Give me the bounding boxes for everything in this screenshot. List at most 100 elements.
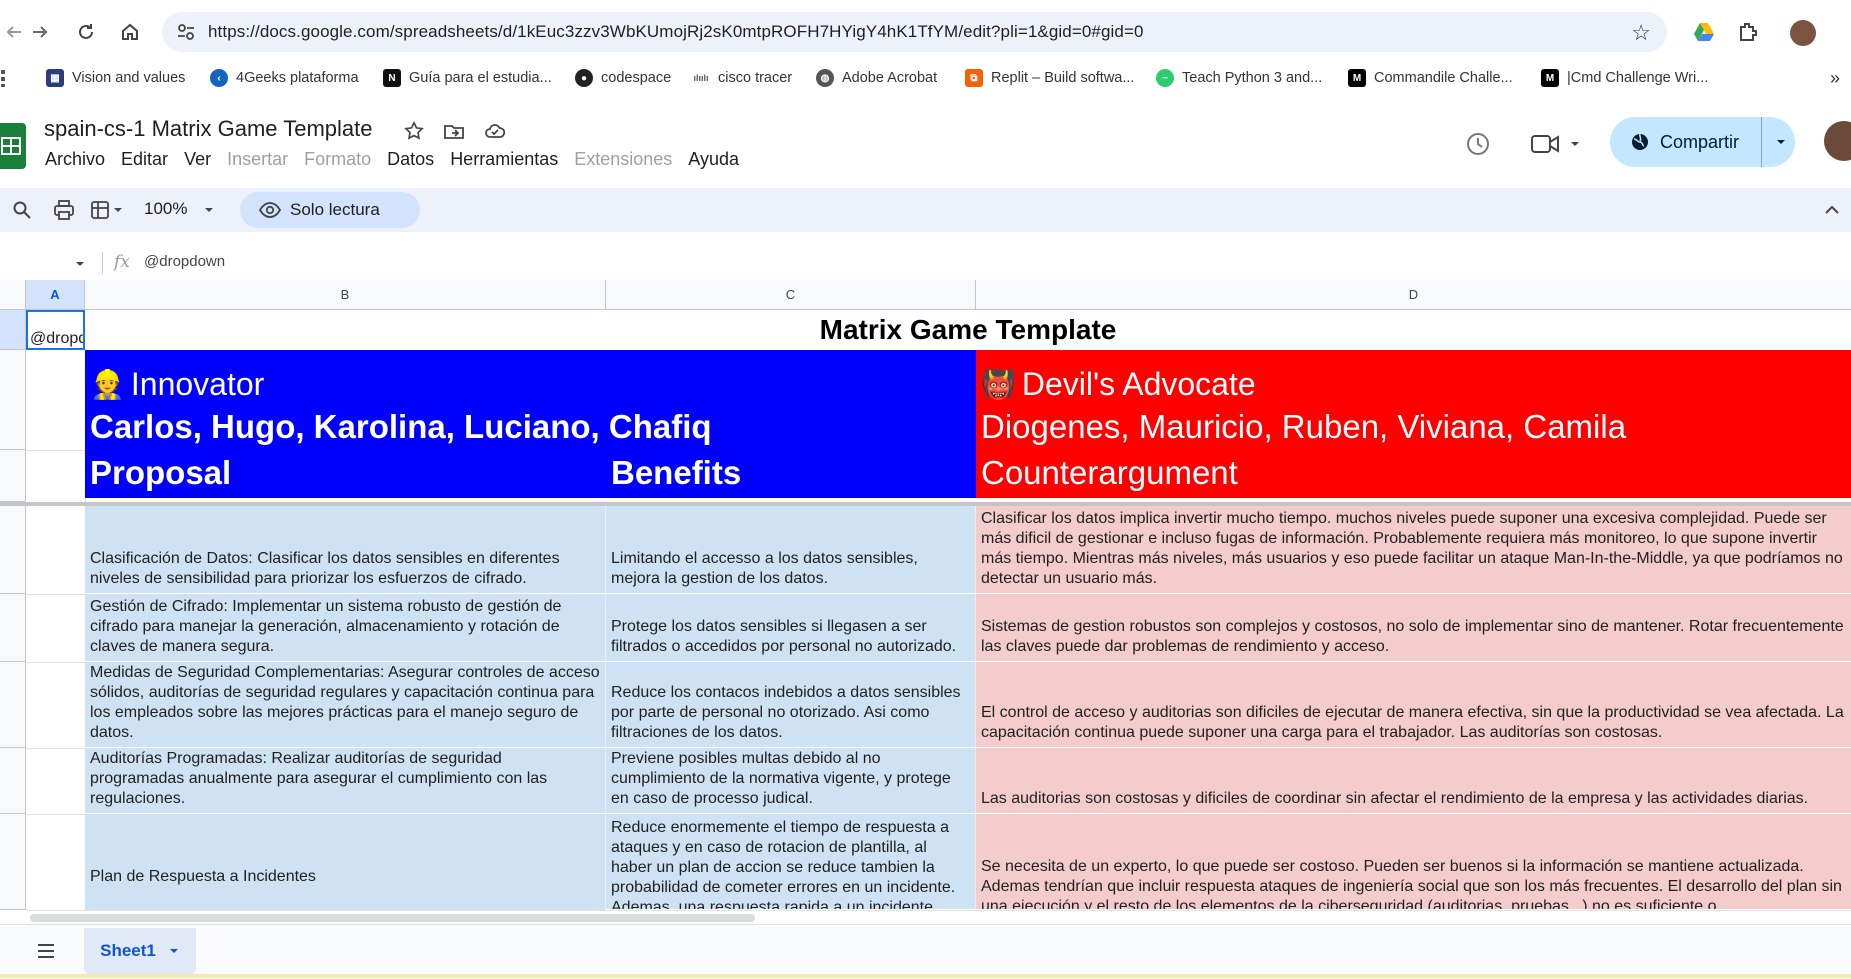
sheet-tab-active[interactable]: Sheet1 [84,928,196,974]
ogre-icon: 👹 [981,369,1016,400]
column-header-c[interactable]: C [606,280,976,310]
zoom-select[interactable]: 100% [144,199,216,219]
row-header[interactable] [0,748,26,814]
collapse-menus-icon[interactable] [1822,200,1842,220]
menu-herramientas[interactable]: Herramientas [450,149,558,173]
menu-datos[interactable]: Datos [387,149,434,173]
google-drive-icon[interactable] [1692,20,1716,44]
globe-icon [1632,133,1648,150]
share-options-caret-icon[interactable] [1770,117,1792,167]
window-bottom-edge [0,974,1851,978]
view-mode-icon[interactable] [90,198,124,222]
bookmark-item[interactable]: M Commandile Challe... [1348,64,1513,92]
version-history-icon[interactable] [1463,129,1493,159]
all-sheets-menu-icon[interactable] [34,940,58,962]
menu-formato[interactable]: Formato [304,149,371,173]
caret-down-icon [1571,142,1579,146]
share-main[interactable]: Compartir [1630,117,1739,167]
counterargument-cell[interactable]: Clasificar los datos implica invertir mu… [976,506,1851,594]
bookmark-star-icon[interactable]: ☆ [1631,20,1651,46]
benefits-cell[interactable]: Reduce enormemente el tiempo de respuest… [606,814,976,910]
column-header-d[interactable]: D [976,280,1851,310]
spreadsheet-grid[interactable]: A B C D @dropdown Matrix Game Template 👷… [0,280,1851,910]
cloud-saved-icon[interactable] [482,118,508,144]
devils-advocate-title: 👹 Devil's Advocate [981,366,1256,403]
counterargument-cell[interactable]: Sistemas de gestion robustos son complej… [976,594,1851,662]
meet-button[interactable] [1530,127,1590,161]
select-all-corner[interactable] [0,280,26,310]
row-header[interactable] [0,814,26,910]
home-icon[interactable] [116,18,144,46]
counterargument-cell[interactable]: Se necesita de un experto, lo que puede … [976,814,1851,910]
bookmark-item[interactable]: ◍ Adobe Acrobat [816,64,937,92]
cisco-icon: ılıılı [693,73,709,83]
bookmark-item[interactable]: M |Cmd Challenge Wri... [1541,64,1708,92]
menu-ver[interactable]: Ver [184,149,211,173]
row-header[interactable] [0,662,26,748]
proposal-cell[interactable]: Gestión de Cifrado: Implementar un siste… [85,594,606,662]
formula-input[interactable]: @dropdown [144,253,225,270]
url-text[interactable]: https://docs.google.com/spreadsheets/d/1… [208,12,1144,52]
medium-icon: M [1541,69,1559,87]
bookmark-item[interactable]: N Guía para el estudia... [383,64,552,92]
address-bar[interactable]: https://docs.google.com/spreadsheets/d/1… [162,12,1667,52]
globe-icon: ◍ [816,69,834,87]
row-header[interactable] [0,506,26,594]
gridline [26,748,85,749]
move-to-folder-icon[interactable] [441,118,467,144]
counterargument-cell[interactable]: El control de acceso y auditorias son di… [976,662,1851,748]
menu-archivo[interactable]: Archivo [45,149,105,173]
column-header-a[interactable]: A [26,280,85,310]
row-header[interactable] [0,594,26,662]
browser-toolbar: https://docs.google.com/spreadsheets/d/1… [0,0,1851,64]
sheets-logo-icon[interactable] [0,123,26,169]
construction-worker-icon: 👷 [90,369,125,400]
horizontal-scrollbar[interactable] [26,910,1851,925]
menu-editar[interactable]: Editar [121,149,168,173]
extensions-icon[interactable] [1736,20,1760,44]
benefits-cell[interactable]: Limitando el accesso a los datos sensibl… [606,506,976,594]
reload-icon[interactable] [72,18,100,46]
innovator-header[interactable]: 👷 Innovator Carlos, Hugo, Karolina, Luci… [85,350,976,498]
site-settings-icon[interactable] [176,22,196,42]
row-header[interactable] [0,450,26,502]
menu-insertar[interactable]: Insertar [227,149,288,173]
print-icon[interactable] [52,198,76,222]
back-icon[interactable] [0,18,28,46]
benefits-cell[interactable]: Reduce los contacos indebidos a datos se… [606,662,976,748]
proposal-cell[interactable]: Medidas de Seguridad Complementarias: As… [85,662,606,748]
devils-advocate-header[interactable]: 👹 Devil's Advocate Diogenes, Mauricio, R… [976,350,1851,498]
column-header-b[interactable]: B [85,280,606,310]
row-header[interactable] [0,350,26,450]
bookmark-item[interactable]: ılıılı cisco tracer [692,64,792,92]
search-icon[interactable] [10,198,34,222]
name-box[interactable] [0,246,92,280]
more-bookmarks-icon[interactable]: » [1830,64,1840,92]
proposal-cell[interactable]: Clasificación de Datos: Clasificar los d… [85,506,606,594]
counterargument-cell[interactable]: Las auditorias son costosas y dificiles … [976,748,1851,814]
apps-icon[interactable] [0,64,12,92]
row-header[interactable] [0,310,26,350]
cell-a1-selected[interactable]: @dropdown [26,310,85,350]
benefits-cell[interactable]: Previene posibles multas debido al no cu… [606,748,976,814]
read-only-chip[interactable]: Solo lectura [240,192,420,228]
sheet-title[interactable]: Matrix Game Template [85,310,1851,350]
menu-ayuda[interactable]: Ayuda [688,149,739,173]
proposal-cell[interactable]: Auditorías Programadas: Realizar auditor… [85,748,606,814]
proposal-cell[interactable]: Plan de Respuesta a Incidentes [85,814,606,910]
benefits-cell[interactable]: Protege los datos sensibles si llegasen … [606,594,976,662]
document-title[interactable]: spain-cs-1 Matrix Game Template [44,116,373,142]
bookmark-item[interactable]: ● codespace [575,64,671,92]
bookmark-item[interactable]: ~ Teach Python 3 and... [1156,64,1322,92]
bookmark-item[interactable]: ‹ 4Geeks plataforma [210,64,359,92]
menu-extensiones[interactable]: Extensiones [574,149,672,173]
scrollbar-thumb[interactable] [30,914,755,922]
caret-down-icon [169,949,178,953]
bookmark-item[interactable]: ▦ Vision and values [46,64,185,92]
star-icon[interactable] [401,118,427,144]
caret-down-icon [205,207,214,212]
forward-icon[interactable] [26,18,54,46]
browser-profile-avatar[interactable] [1790,20,1816,46]
bookmark-item[interactable]: ⧉ Replit – Build softwa... [965,64,1134,92]
share-button[interactable]: Compartir [1610,117,1795,167]
